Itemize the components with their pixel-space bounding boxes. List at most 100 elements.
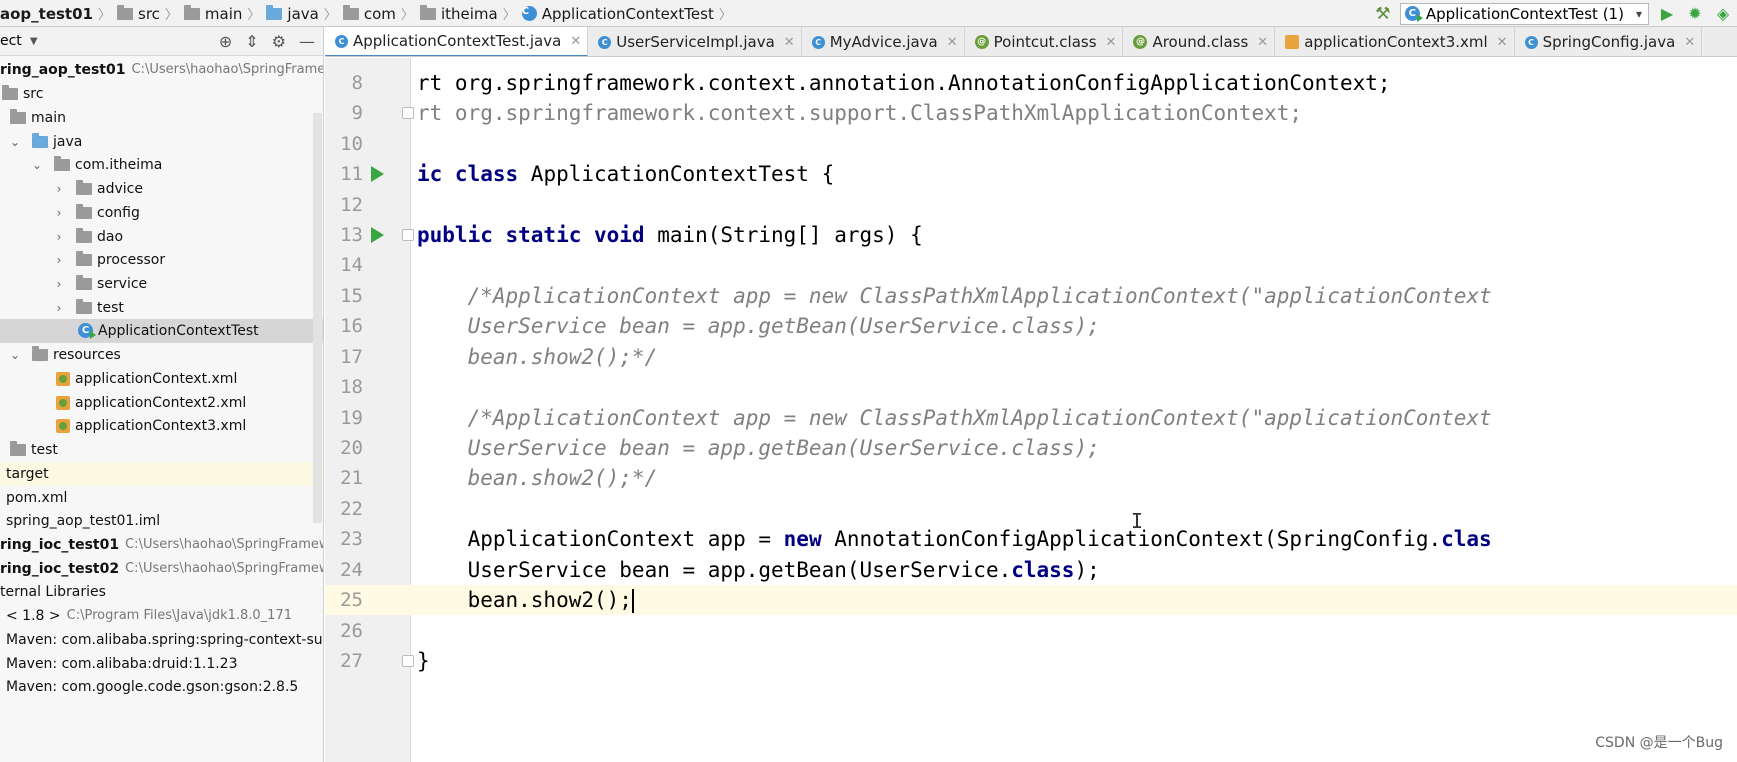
chevron-down-icon[interactable]: ▼ [30,36,38,47]
gear-icon[interactable]: ⚙ [272,32,286,51]
breadcrumb-src[interactable]: src 〉 [111,4,178,23]
tree-item-test-package[interactable]: › test [0,296,323,320]
build-hammer-icon[interactable]: ⚒ [1374,4,1392,24]
locate-icon[interactable]: ⊕ [219,32,232,51]
close-icon[interactable]: ✕ [1106,35,1117,50]
code-line[interactable]: 15 /*ApplicationContext app = new ClassP… [325,281,1737,311]
tab-springconfig[interactable]: C SpringConfig.java ✕ [1515,27,1703,56]
tree-item-src[interactable]: src [0,82,323,106]
code-line[interactable]: 16 UserService bean = app.getBean(UserSe… [325,311,1737,341]
tab-around[interactable]: @ Around.class ✕ [1123,27,1276,56]
project-scrollbar[interactable] [313,113,322,523]
fold-marker-icon[interactable] [402,107,414,120]
run-gutter-icon[interactable] [371,166,384,183]
tree-item-maven-lib[interactable]: Maven: com.alibaba.spring:spring-context… [0,628,323,652]
tree-item-external-libraries[interactable]: ternal Libraries [0,580,323,604]
code-line[interactable]: 10 [325,129,1737,159]
tree-item-processor[interactable]: › processor [0,248,323,272]
tab-applicationcontext3-xml[interactable]: applicationContext3.xml ✕ [1275,27,1515,56]
code-line[interactable]: 24 UserService bean = app.getBean(UserSe… [325,555,1737,585]
code-line[interactable]: 26 [325,616,1737,646]
tree-item-module[interactable]: ring_aop_test01 C:\Users\haohao\SpringFra… [0,58,323,82]
tree-item-maven-lib[interactable]: Maven: com.google.code.gson:gson:2.8.5 [0,675,323,699]
code-line[interactable]: 19 /*ApplicationContext app = new ClassP… [325,403,1737,433]
chevron-right-icon[interactable]: › [52,230,66,244]
chevron-down-icon[interactable]: ⌄ [8,348,22,362]
tree-item-dao[interactable]: › dao [0,225,323,249]
coverage-button[interactable]: ◈ [1713,4,1733,24]
run-configuration-select[interactable]: C ApplicationContextTest (1) ▾ [1399,2,1649,25]
breadcrumb: aop_test01 〉 src 〉 main 〉 java 〉 com 〉 itheim… [0,0,732,27]
package-icon [76,203,92,219]
tab-pointcut[interactable]: @ Pointcut.class ✕ [965,27,1124,56]
tab-userserviceimpl[interactable]: C UserServiceImpl.java ✕ [588,27,802,56]
code-line[interactable]: 22 [325,494,1737,524]
tree-item-module-ioc01[interactable]: ring_ioc_test01 C:\Users\haohao\SpringFra… [0,533,323,557]
minimize-icon[interactable]: — [299,32,315,51]
tree-item-maven-lib[interactable]: Maven: com.alibaba:druid:1.1.23 [0,652,323,676]
breadcrumb-main[interactable]: main 〉 [178,4,260,23]
breadcrumb-com[interactable]: com 〉 [337,4,414,23]
tree-item-resources[interactable]: ⌄ resources [0,343,323,367]
code-line[interactable]: 21 bean.show2();*/ [325,463,1737,493]
code-line[interactable]: 17 bean.show2();*/ [325,342,1737,372]
code-text: ApplicationContext app = new AnnotationC… [417,527,1492,552]
tab-myadvice[interactable]: C MyAdvice.java ✕ [802,27,965,56]
close-icon[interactable]: ✕ [1257,35,1268,50]
code-line[interactable]: 8 rt org.springframework.context.annotati… [325,68,1737,98]
run-button[interactable]: ▶ [1657,4,1677,24]
annotation-icon: @ [974,35,989,49]
tab-applicationcontexttest[interactable]: C ApplicationContextTest.java ✕ [325,27,589,56]
code-line[interactable]: 23 ApplicationContext app = new Annotati… [325,524,1737,554]
close-icon[interactable]: ✕ [947,35,958,50]
chevron-right-icon[interactable]: › [52,301,66,315]
breadcrumb-itheima[interactable]: itheima 〉 [414,4,516,23]
fold-marker-icon[interactable] [402,655,414,668]
chevron-right-icon[interactable]: › [52,277,66,291]
code-line-current[interactable]: 25 bean.show2(); [325,585,1737,616]
breadcrumb-class[interactable]: C ApplicationContextTest 〉 [516,4,732,23]
tree-item-java[interactable]: ⌄ java [0,130,323,154]
tree-item-test[interactable]: test [0,438,323,462]
run-gutter-icon[interactable] [371,227,384,244]
code-line[interactable]: 12 [325,190,1737,220]
project-panel-title[interactable]: ect [0,33,22,49]
chevron-right-icon[interactable]: › [52,253,66,267]
tree-item-applicationcontext3-xml[interactable]: applicationContext3.xml [0,414,323,438]
code-line[interactable]: 20 UserService bean = app.getBean(UserSe… [325,433,1737,463]
tree-item-applicationcontext-xml[interactable]: applicationContext.xml [0,367,323,391]
tree-item-module-ioc02[interactable]: ring_ioc_test02 C:\Users\haohao\SpringFra… [0,557,323,581]
tree-item-com-itheima[interactable]: ⌄ com.itheima [0,153,323,177]
close-icon[interactable]: ✕ [1684,35,1695,50]
chevron-down-icon[interactable]: ⌄ [30,158,44,172]
code-line[interactable]: 27} [325,646,1737,676]
code-line[interactable]: 18 [325,372,1737,402]
breadcrumb-project[interactable]: aop_test01 〉 [0,4,111,24]
tree-item-target[interactable]: target [0,462,323,486]
tree-item-config[interactable]: › config [0,201,323,225]
code-line[interactable]: 14 [325,250,1737,280]
chevron-right-icon[interactable]: › [52,182,66,196]
close-icon[interactable]: ✕ [1497,35,1508,50]
close-icon[interactable]: ✕ [570,34,581,49]
tree-item-iml[interactable]: spring_aop_test01.iml [0,509,323,533]
chevron-right-icon[interactable]: › [52,206,66,220]
chevron-down-icon[interactable]: ⌄ [8,135,22,149]
code-editor[interactable]: 8 rt org.springframework.context.annotati… [325,58,1737,762]
tree-item-pom-xml[interactable]: pom.xml [0,486,323,510]
tree-item-applicationcontext2-xml[interactable]: applicationContext2.xml [0,391,323,415]
close-icon[interactable]: ✕ [784,35,795,50]
debug-button[interactable]: ✹ [1685,4,1705,24]
tree-item-advice[interactable]: › advice [0,177,323,201]
tree-item-main[interactable]: main [0,106,323,130]
tree-item-applicationcontexttest[interactable]: C ApplicationContextTest [0,319,323,343]
code-line[interactable]: 9 rt org.springframework.context.support.… [325,98,1737,128]
fold-marker-icon[interactable] [402,229,414,242]
tree-item-jdk[interactable]: < 1.8 > C:\Program Files\Java\jdk1.8.0_17… [0,604,323,628]
code-line[interactable]: 11 ic class ApplicationContextTest { [325,159,1737,189]
code-line[interactable]: 13 public static void main(String[] args)… [325,220,1737,250]
tree-item-service[interactable]: › service [0,272,323,296]
breadcrumb-java[interactable]: java 〉 [260,4,337,23]
collapse-all-icon[interactable]: ⇕ [245,32,258,51]
chevron-down-icon: ▾ [1635,6,1642,21]
